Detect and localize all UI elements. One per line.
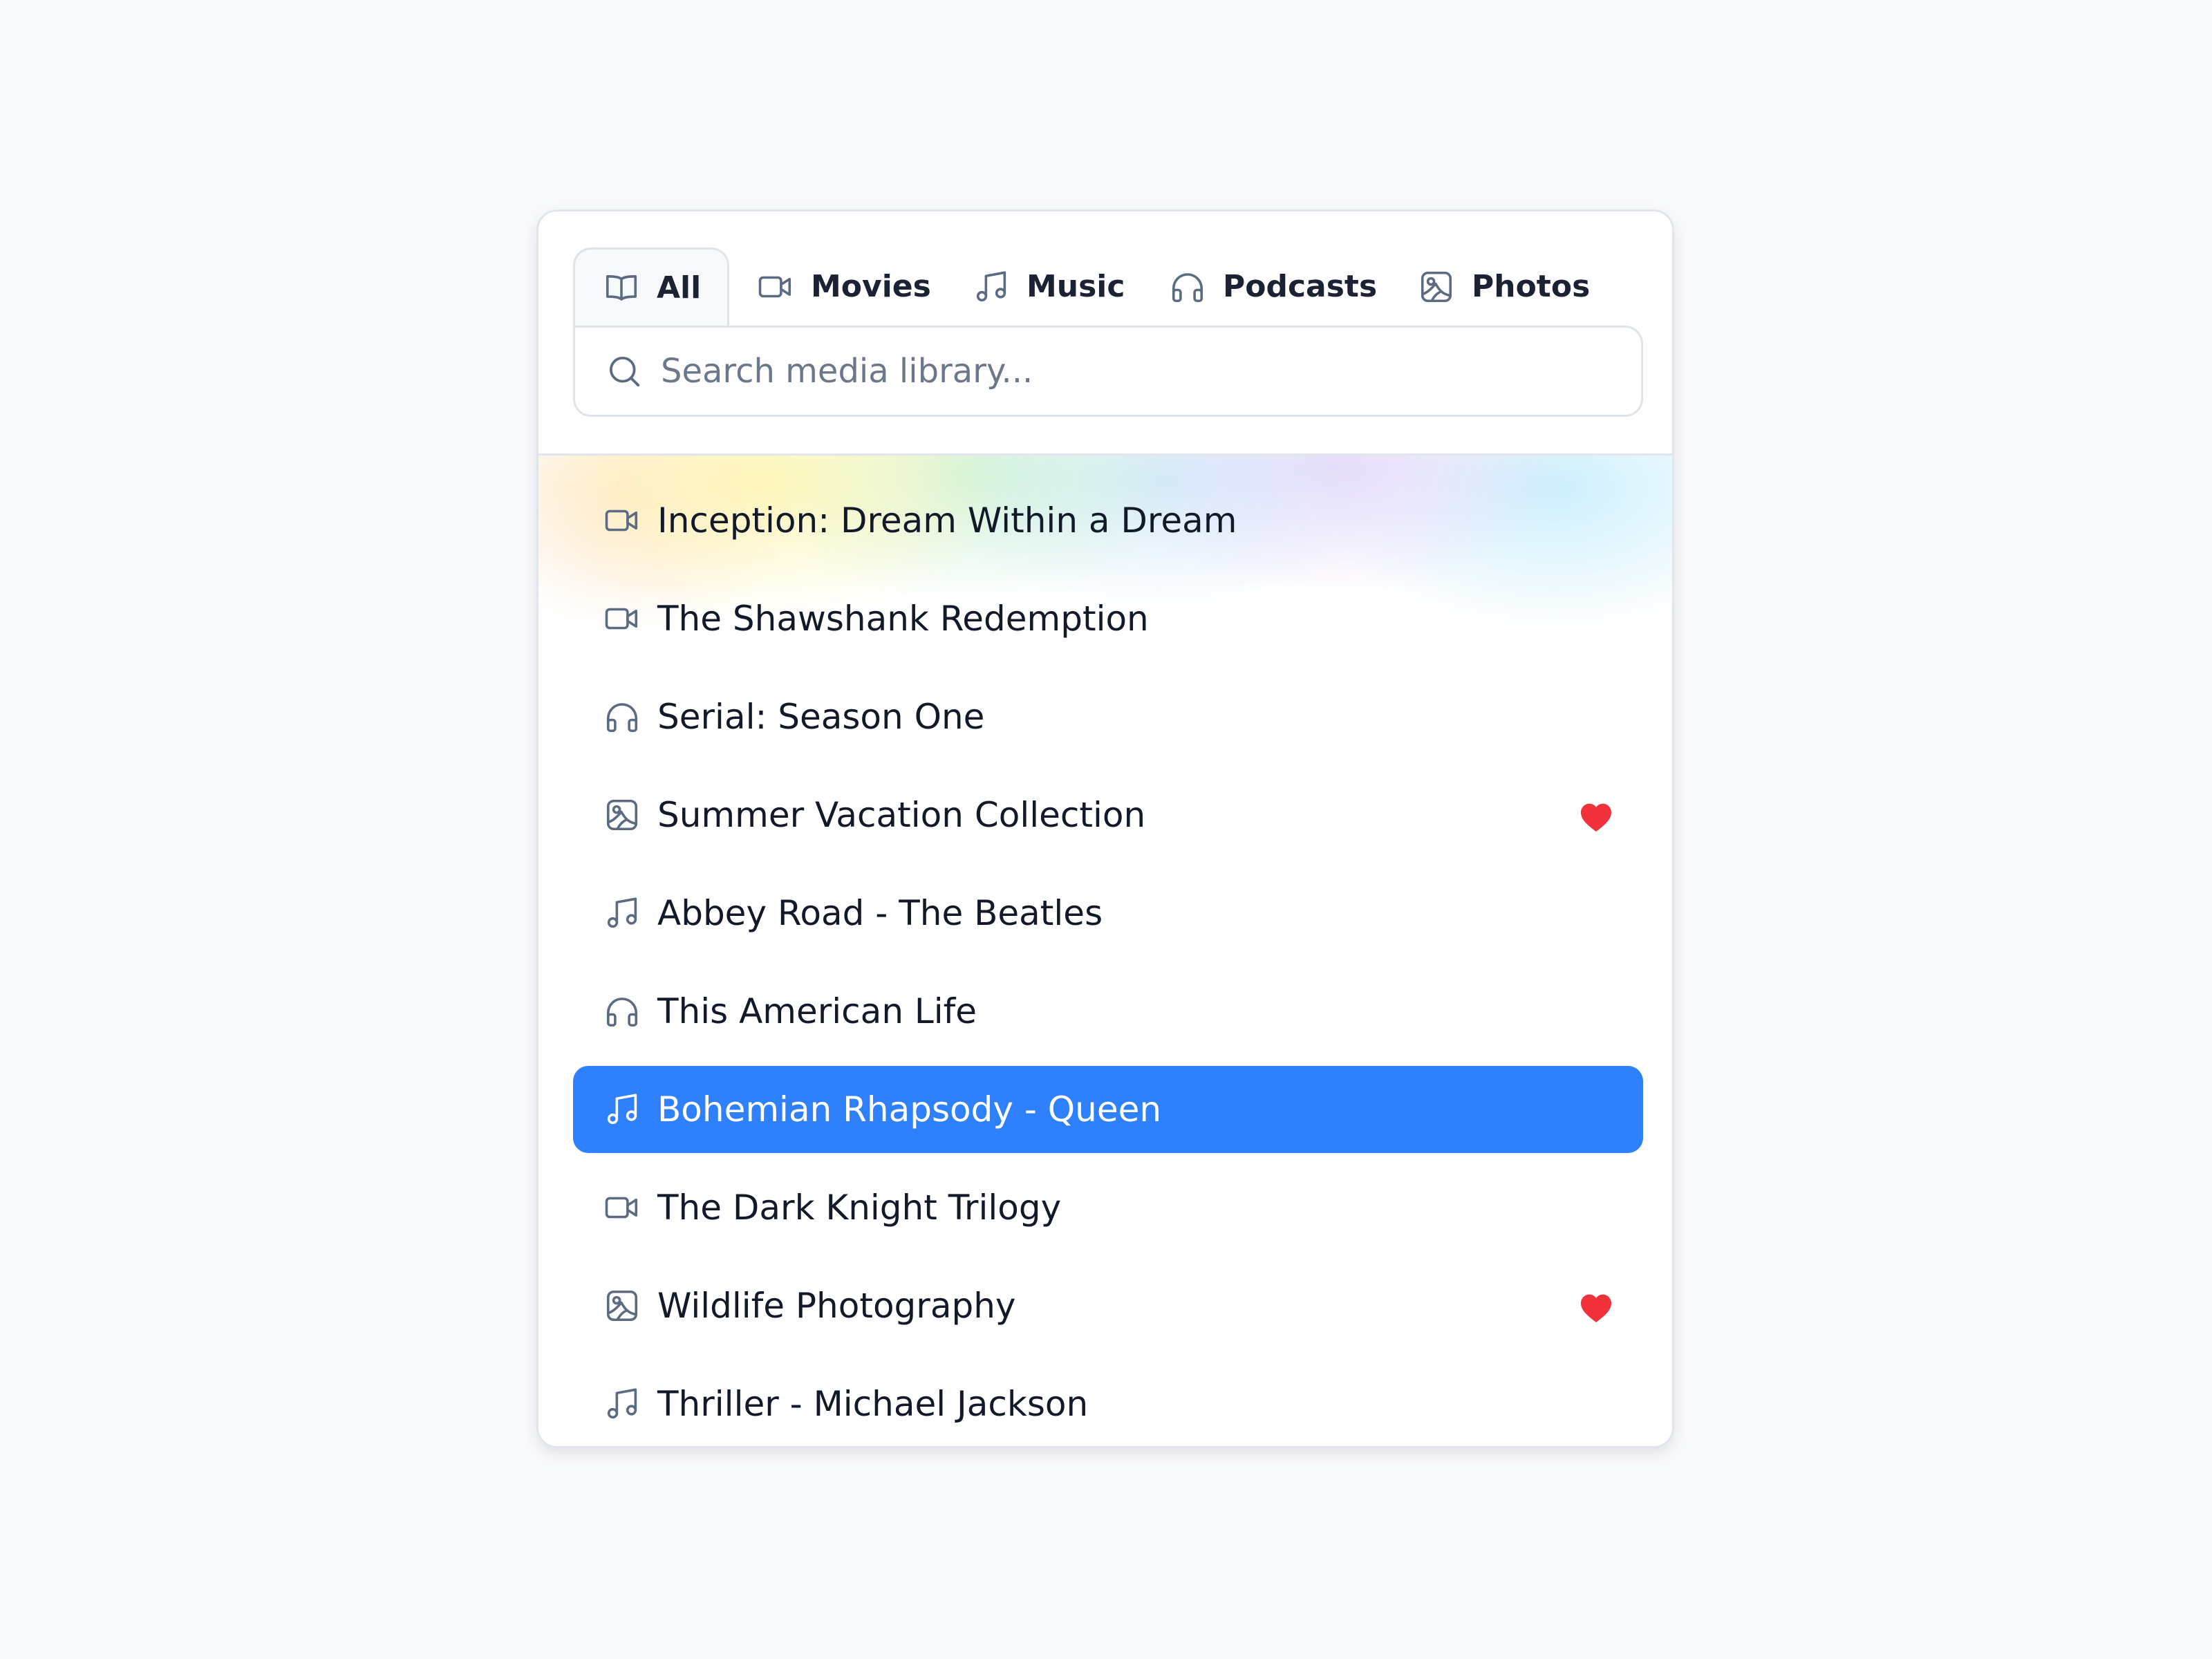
video-camera-icon	[603, 1189, 641, 1226]
list-item[interactable]: Inception: Dream Within a Dream	[573, 477, 1643, 564]
headphones-icon	[603, 993, 641, 1030]
list-item[interactable]: This American Life	[573, 968, 1643, 1055]
image-icon	[603, 1287, 641, 1324]
list-item[interactable]: Abbey Road - The Beatles	[573, 870, 1643, 957]
list-item-title: This American Life	[657, 991, 977, 1031]
music-note-icon	[603, 1385, 641, 1423]
tab-movies[interactable]: Movies	[757, 247, 931, 326]
video-camera-icon	[603, 600, 641, 637]
panel-header: All Movies Music Podcasts Photos	[538, 212, 1672, 456]
heart-icon[interactable]	[1580, 1291, 1613, 1322]
media-library-panel: All Movies Music Podcasts Photos Search …	[536, 209, 1674, 1448]
video-camera-icon	[757, 268, 794, 306]
headphones-icon	[603, 698, 641, 735]
headphones-icon	[1169, 268, 1206, 306]
tab-label: Podcasts	[1223, 269, 1378, 304]
music-note-icon	[603, 894, 641, 932]
list-item[interactable]: Summer Vacation Collection	[573, 771, 1643, 859]
tab-label: Photos	[1472, 269, 1591, 304]
list-item[interactable]: Thriller - Michael Jackson	[573, 1360, 1643, 1446]
music-note-icon	[603, 1091, 641, 1128]
tab-label: Music	[1027, 269, 1125, 304]
search-box[interactable]	[573, 326, 1643, 417]
list-item[interactable]: The Shawshank Redemption	[573, 575, 1643, 662]
music-note-icon	[973, 268, 1010, 306]
book-icon	[603, 269, 640, 306]
video-camera-icon	[603, 502, 641, 539]
search-input[interactable]	[659, 351, 1561, 391]
tab-label: Movies	[811, 269, 931, 304]
list-item-title: The Dark Knight Trilogy	[657, 1188, 1062, 1228]
list-item-title: Inception: Dream Within a Dream	[657, 500, 1237, 541]
list-item[interactable]: Serial: Season One	[573, 673, 1643, 760]
heart-icon[interactable]	[1580, 800, 1613, 832]
list-item-title: Bohemian Rhapsody - Queen	[657, 1089, 1162, 1130]
search-icon	[606, 353, 643, 390]
media-type-tabs: All Movies Music Podcasts Photos	[573, 247, 1643, 326]
list-item[interactable]: The Dark Knight Trilogy	[573, 1164, 1643, 1251]
list-item[interactable]: Wildlife Photography	[573, 1262, 1643, 1349]
media-list: Inception: Dream Within a Dream The Shaws…	[573, 477, 1643, 1446]
image-icon	[603, 796, 641, 834]
tab-photos[interactable]: Photos	[1418, 247, 1618, 326]
tab-music[interactable]: Music	[973, 247, 1125, 326]
image-icon	[1418, 268, 1455, 306]
list-item-title: Thriller - Michael Jackson	[657, 1384, 1089, 1424]
list-item-title: The Shawshank Redemption	[657, 599, 1149, 639]
tab-label: All	[657, 270, 702, 306]
list-item-title: Abbey Road - The Beatles	[657, 893, 1103, 933]
tab-all[interactable]: All	[573, 247, 729, 326]
list-item-title: Summer Vacation Collection	[657, 795, 1146, 835]
list-item-selected[interactable]: Bohemian Rhapsody - Queen	[573, 1066, 1643, 1153]
list-item-title: Wildlife Photography	[657, 1286, 1016, 1326]
tab-podcasts[interactable]: Podcasts	[1169, 247, 1378, 326]
list-item-title: Serial: Season One	[657, 697, 985, 737]
